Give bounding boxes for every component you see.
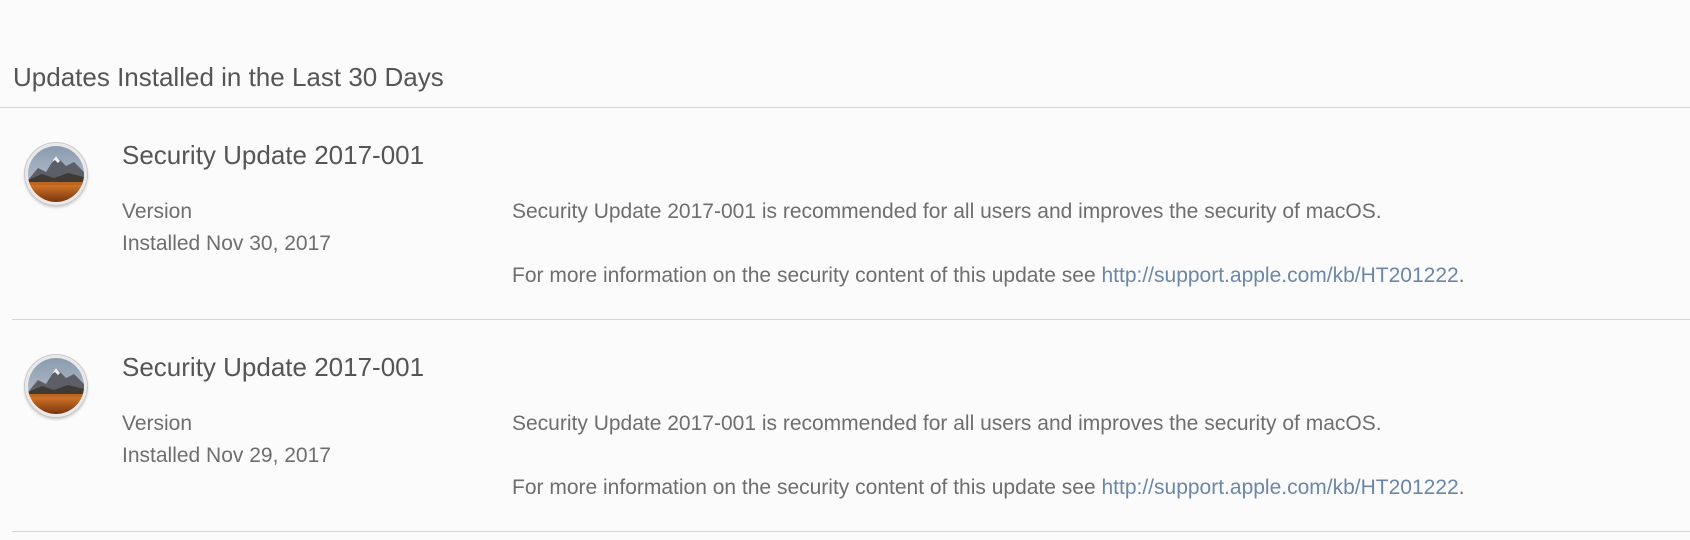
- section-title: Updates Installed in the Last 30 Days: [13, 62, 444, 92]
- macos-high-sierra-icon: [25, 143, 87, 205]
- version-label: Version: [122, 412, 193, 435]
- update-description: Security Update 2017-001 is recommended …: [512, 196, 1465, 292]
- support-link[interactable]: http://support.apple.com/kb/HT201222: [1101, 476, 1458, 499]
- update-item: Security Update 2017-001 Version Install…: [0, 108, 1690, 320]
- update-item: Security Update 2017-001 Version Install…: [0, 320, 1690, 532]
- description-text: Security Update 2017-001 is recommended …: [512, 412, 1382, 435]
- more-info-prefix: For more information on the security con…: [512, 476, 1102, 499]
- row-divider: [12, 531, 1690, 532]
- updates-page: Updates Installed in the Last 30 Days Se…: [0, 0, 1690, 540]
- more-info-text: For more information on the security con…: [512, 472, 1465, 504]
- installed-date: Installed Nov 30, 2017: [122, 232, 331, 255]
- update-title: Security Update 2017-001: [122, 352, 425, 382]
- more-info-prefix: For more information on the security con…: [512, 264, 1102, 287]
- section-header: Updates Installed in the Last 30 Days: [0, 52, 1690, 108]
- update-title: Security Update 2017-001: [122, 140, 425, 170]
- description-text: Security Update 2017-001 is recommended …: [512, 200, 1382, 223]
- version-label: Version: [122, 200, 193, 223]
- macos-high-sierra-icon: [25, 355, 87, 417]
- update-meta: Version Installed Nov 30, 2017: [122, 196, 331, 260]
- more-info-suffix: .: [1458, 264, 1465, 287]
- update-description: Security Update 2017-001 is recommended …: [512, 408, 1465, 504]
- more-info-text: For more information on the security con…: [512, 260, 1465, 292]
- more-info-suffix: .: [1458, 476, 1465, 499]
- update-meta: Version Installed Nov 29, 2017: [122, 408, 331, 472]
- support-link[interactable]: http://support.apple.com/kb/HT201222: [1101, 264, 1458, 287]
- installed-date: Installed Nov 29, 2017: [122, 444, 331, 467]
